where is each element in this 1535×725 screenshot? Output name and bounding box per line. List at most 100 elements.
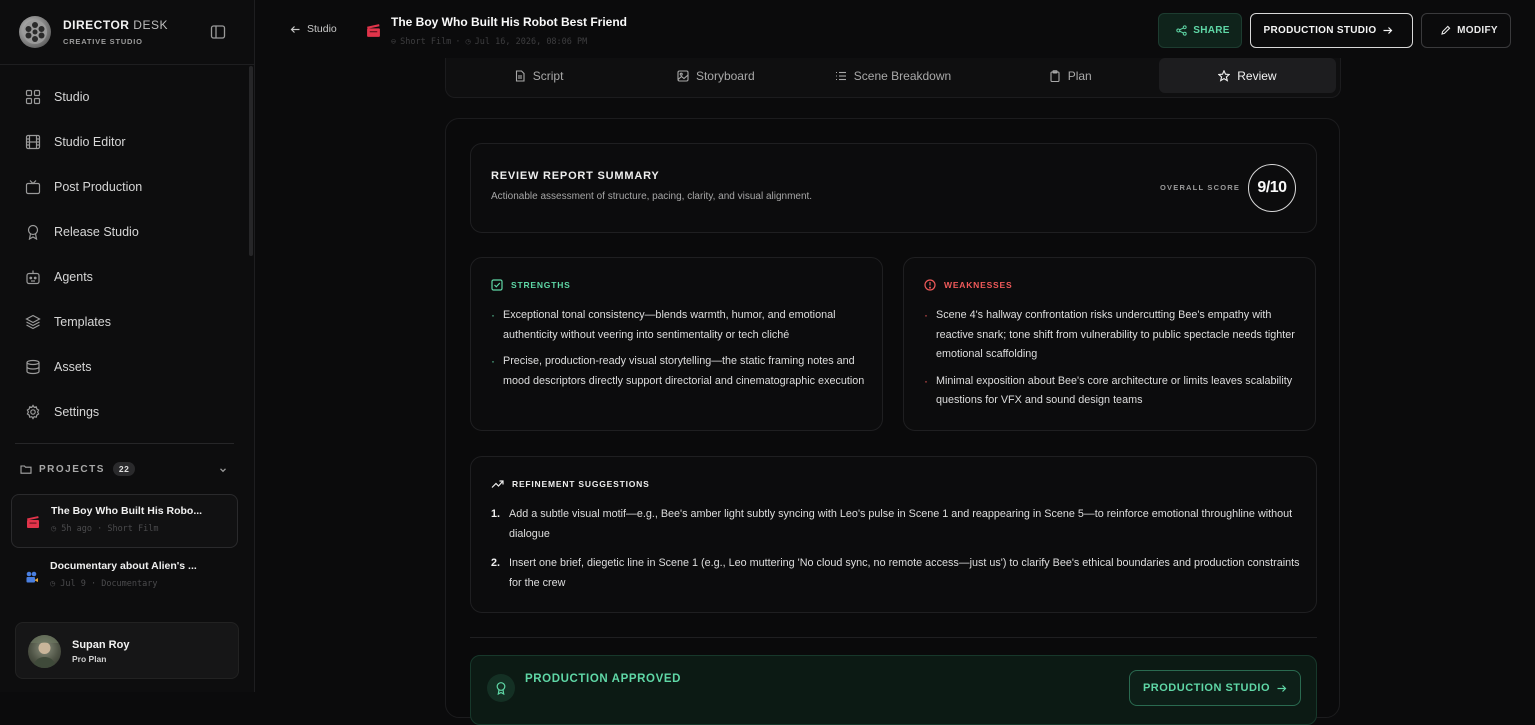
award-icon	[487, 674, 515, 702]
sidebar-item-studio[interactable]: Studio	[0, 74, 254, 119]
project-title: The Boy Who Built His Robo...	[51, 505, 203, 517]
tab-scene-breakdown[interactable]: Scene Breakdown	[804, 58, 981, 93]
item-number: 1.	[491, 508, 501, 520]
list-item: · Minimal exposition about Bee's core arc…	[924, 373, 1293, 407]
review-summary-card: REVIEW REPORT SUMMARY Actionable assessm…	[470, 143, 1317, 233]
score-label: OVERALL SCORE	[1160, 183, 1241, 192]
production-studio-button[interactable]: PRODUCTION STUDIO	[1250, 13, 1413, 48]
tab-label: Storyboard	[695, 68, 755, 83]
tab-label: Script	[532, 68, 564, 83]
chevron-down-icon[interactable]	[218, 465, 228, 475]
brand[interactable]: DIRECTOR DESK CREATIVE STUDIO	[19, 16, 168, 48]
clipboard-icon	[1050, 69, 1060, 82]
projects-count-badge: 22	[112, 462, 136, 476]
gear-icon	[26, 403, 40, 420]
modify-label: MODIFY	[1457, 25, 1498, 36]
sidebar-item-label: Post Production	[54, 179, 143, 194]
production-approved-banner: PRODUCTION APPROVED PRODUCTION STUDIO	[470, 655, 1317, 725]
share-icon	[1176, 25, 1187, 36]
refinement-suggestions-card: REFINEMENT SUGGESTIONS 1. Add a subtle vi…	[470, 456, 1317, 613]
tab-label: Review	[1237, 68, 1277, 83]
clapperboard-icon	[367, 24, 380, 37]
section-divider	[470, 637, 1317, 638]
refinement-title: REFINEMENT SUGGESTIONS	[512, 479, 650, 489]
projects-divider	[15, 443, 234, 444]
sidebar-item-label: Studio	[54, 89, 90, 104]
user-plan: Pro Plan	[72, 654, 107, 664]
sidebar-item-templates[interactable]: Templates	[0, 299, 254, 344]
summary-subtitle: Actionable assessment of structure, paci…	[491, 191, 813, 202]
weaknesses-card: WEAKNESSES · Scene 4's hallway confrontat…	[903, 257, 1316, 431]
sidebar-item-post-production[interactable]: Post Production	[0, 164, 254, 209]
share-label: SHARE	[1193, 25, 1230, 36]
sidebar-item-agents[interactable]: Agents	[0, 254, 254, 299]
top-bar: Studio The Boy Who Built His Robot Best …	[255, 0, 1535, 60]
strengths-card: STRENGTHS · Exceptional tonal consistency…	[470, 257, 883, 431]
tab-label: Plan	[1067, 68, 1092, 83]
weaknesses-list: · Scene 4's hallway confrontation risks u…	[924, 306, 1304, 418]
modify-button[interactable]: MODIFY	[1421, 13, 1511, 48]
tab-label: Scene Breakdown	[853, 68, 952, 83]
weaknesses-title: WEAKNESSES	[944, 280, 1013, 290]
alert-circle-icon	[924, 279, 936, 291]
back-link[interactable]: Studio	[290, 23, 337, 35]
avatar	[28, 635, 61, 668]
list-icon	[835, 71, 846, 80]
trending-up-icon	[491, 480, 504, 488]
sidebar-toggle-icon[interactable]	[210, 24, 226, 40]
brand-name: DIRECTOR DESK	[63, 18, 168, 32]
strengths-list: · Exceptional tonal consistency—blends wa…	[491, 306, 871, 398]
list-item: · Precise, production-ready visual storyt…	[491, 354, 865, 387]
check-square-icon	[491, 279, 503, 291]
project-time: Jul 9	[60, 579, 86, 589]
tab-bar: Script Storyboard Scene Breakdown Plan R…	[445, 58, 1341, 98]
refinement-list: 1. Add a subtle visual motif—e.g., Bee's …	[491, 505, 1301, 603]
sidebar-item-label: Templates	[54, 314, 111, 329]
document-icon	[515, 69, 525, 82]
tab-review[interactable]: Review	[1158, 58, 1337, 93]
film-reel-logo-icon	[19, 16, 51, 48]
overall-score-badge: 9/10	[1248, 164, 1296, 212]
project-item[interactable]: Documentary about Alien's ... ◷ Jul 9 · …	[11, 550, 238, 604]
image-icon	[677, 69, 689, 82]
sidebar-item-assets[interactable]: Assets	[0, 344, 254, 389]
tab-plan[interactable]: Plan	[982, 58, 1159, 93]
folder-icon	[20, 465, 32, 474]
strength-text: Exceptional tonal consistency—blends war…	[503, 309, 836, 341]
weakness-text: Minimal exposition about Bee's core arch…	[936, 374, 1293, 407]
project-title: Documentary about Alien's ...	[50, 560, 197, 572]
sidebar-item-studio-editor[interactable]: Studio Editor	[0, 119, 254, 164]
award-icon	[27, 224, 39, 240]
projects-label: PROJECTS	[39, 463, 105, 475]
tv-icon	[25, 179, 41, 194]
sidebar-item-release-studio[interactable]: Release Studio	[0, 209, 254, 254]
project-date: Jul 16, 2026, 08:06 PM	[474, 37, 588, 47]
approved-title: PRODUCTION APPROVED	[525, 673, 682, 685]
strength-text: Precise, production-ready visual storyte…	[503, 355, 865, 387]
sidebar: DIRECTOR DESK CREATIVE STUDIO Studio Stu…	[0, 0, 255, 692]
pencil-icon	[1441, 25, 1451, 35]
sidebar-divider	[0, 64, 254, 65]
user-profile[interactable]: Supan Roy Pro Plan	[15, 622, 239, 679]
tab-script[interactable]: Script	[450, 58, 627, 93]
refinement-header: REFINEMENT SUGGESTIONS	[491, 478, 650, 490]
page-title: The Boy Who Built His Robot Best Friend	[391, 15, 627, 29]
review-report: REVIEW REPORT SUMMARY Actionable assessm…	[445, 118, 1340, 725]
film-icon	[25, 134, 41, 149]
project-time: 5h ago	[61, 524, 92, 534]
share-button[interactable]: SHARE	[1158, 13, 1242, 48]
project-type: Short Film	[107, 524, 159, 534]
project-type: Documentary	[101, 579, 158, 589]
sidebar-item-label: Agents	[54, 269, 93, 284]
suggestion-text: Add a subtle visual motif—e.g., Bee's am…	[509, 508, 1293, 540]
user-name: Supan Roy	[72, 639, 130, 651]
project-item-active[interactable]: The Boy Who Built His Robo... ◷ 5h ago ·…	[11, 494, 238, 548]
production-studio-button[interactable]: PRODUCTION STUDIO	[1129, 670, 1301, 706]
production-studio-label: PRODUCTION STUDIO	[1263, 25, 1377, 36]
star-icon	[1218, 69, 1231, 82]
sidebar-scrollbar[interactable]	[249, 66, 253, 256]
projects-header[interactable]: PROJECTS 22	[20, 462, 136, 476]
tab-storyboard[interactable]: Storyboard	[627, 58, 804, 93]
database-icon	[26, 359, 40, 374]
sidebar-item-settings[interactable]: Settings	[0, 389, 254, 434]
